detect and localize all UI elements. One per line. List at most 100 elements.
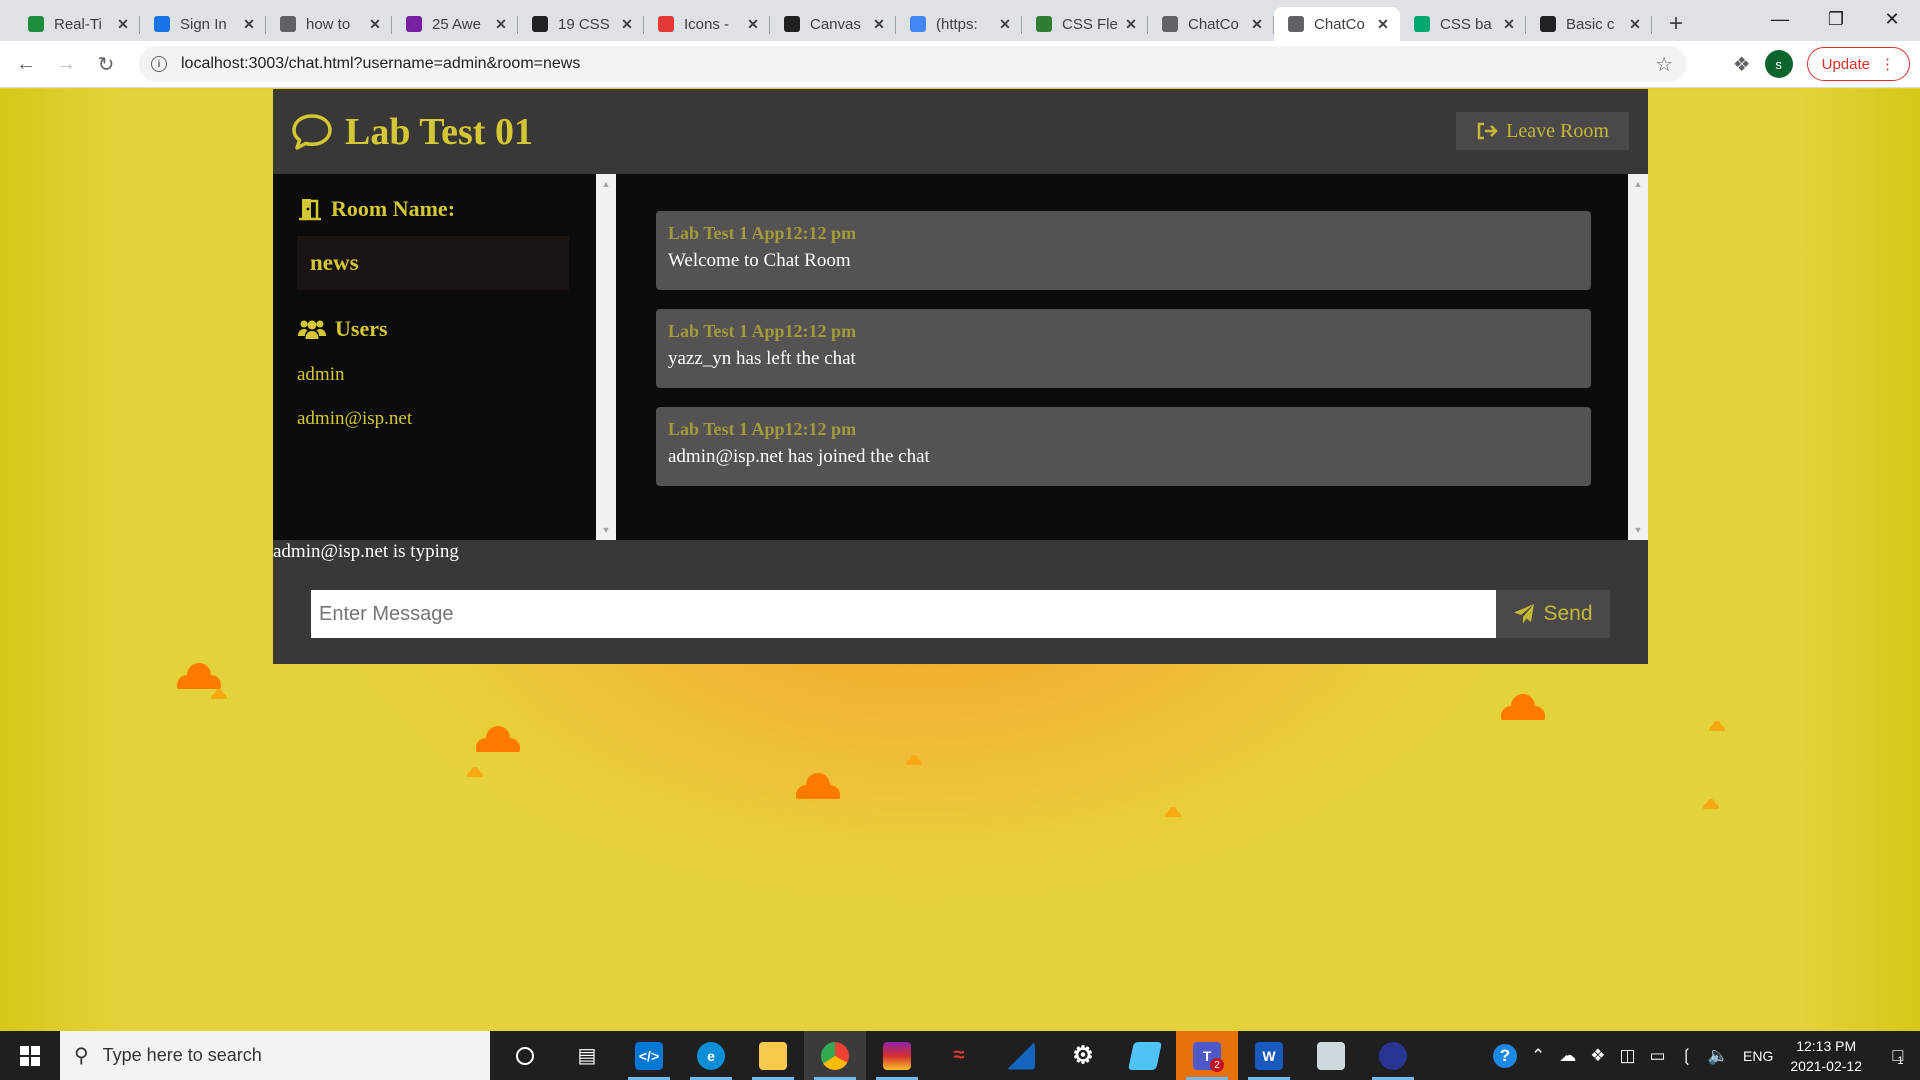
cortana-icon [516, 1046, 534, 1065]
extensions-icon[interactable]: ❖ [1733, 52, 1751, 77]
codepen-icon [1540, 16, 1556, 32]
taskbar-wireshark[interactable] [990, 1031, 1052, 1080]
close-tab-icon[interactable]: ✕ [1374, 16, 1392, 33]
update-button[interactable]: Update ⋮ [1806, 47, 1910, 81]
site-info-icon[interactable]: i [151, 56, 167, 72]
close-tab-icon[interactable]: ✕ [366, 16, 384, 33]
leave-room-label: Leave Room [1506, 119, 1609, 142]
browser-tab[interactable]: (https: ✕ [896, 7, 1022, 41]
tab-title: (https: [936, 15, 978, 33]
messages-scrollbar[interactable]: ▲ ▼ [1628, 174, 1648, 540]
address-bar[interactable]: i localhost:3003/chat.html?username=admi… [139, 46, 1687, 82]
tab-title: Sign In [180, 15, 227, 33]
task-view-button[interactable]: ▤ [556, 1031, 618, 1080]
scroll-down-icon[interactable]: ▼ [596, 522, 616, 538]
browser-tab[interactable]: how to ✕ [266, 7, 392, 41]
sign-out-icon [1477, 122, 1498, 140]
taskbar-photos[interactable] [1300, 1031, 1362, 1080]
dropbox-icon[interactable]: ❖ [1590, 1046, 1605, 1066]
back-icon[interactable]: ← [6, 44, 46, 84]
browser-tab[interactable]: 25 Awe ✕ [392, 7, 518, 41]
taskbar-edge[interactable]: e [680, 1031, 742, 1080]
start-button[interactable] [0, 1031, 60, 1080]
update-label: Update [1821, 55, 1870, 73]
browser-tab[interactable]: Basic c ✕ [1526, 7, 1652, 41]
help-icon[interactable]: ? [1492, 1043, 1517, 1068]
chevron-up-icon[interactable]: ⌃ [1531, 1046, 1545, 1066]
scroll-down-icon[interactable]: ▼ [1628, 522, 1648, 538]
message-bubble: Lab Test 1 App12:12 pm admin@isp.net has… [656, 407, 1591, 486]
scroll-up-icon[interactable]: ▲ [596, 176, 616, 192]
minimize-icon[interactable]: — [1752, 0, 1808, 38]
taskbar-notepad[interactable] [1114, 1031, 1176, 1080]
tab-title: ChatCo [1314, 15, 1365, 33]
message-bubble: Lab Test 1 App12:12 pm yazz_yn has left … [656, 309, 1591, 388]
sidebar-scrollbar[interactable]: ▲ ▼ [596, 174, 616, 540]
close-tab-icon[interactable]: ✕ [1122, 16, 1140, 33]
close-tab-icon[interactable]: ✕ [240, 16, 258, 33]
taskbar-settings[interactable]: ⚙ [1052, 1031, 1114, 1080]
browser-tab[interactable]: ChatCo ✕ [1274, 7, 1400, 41]
new-tab-button[interactable]: + [1658, 7, 1694, 41]
browser-tab[interactable]: Canvas ✕ [770, 7, 896, 41]
taskbar-network-app[interactable]: ≈ [928, 1031, 990, 1080]
room-name-value: news [297, 236, 569, 290]
bookmark-star-icon[interactable]: ☆ [1655, 52, 1673, 77]
cloud-decoration [476, 726, 520, 752]
close-tab-icon[interactable]: ✕ [1626, 16, 1644, 33]
browser-tab[interactable]: Icons - ✕ [644, 7, 770, 41]
taskbar-chrome[interactable] [804, 1031, 866, 1080]
message-input[interactable] [311, 590, 1496, 638]
profile-avatar[interactable]: s [1764, 50, 1793, 78]
onedrive-icon[interactable]: ☁ [1559, 1046, 1576, 1066]
close-tab-icon[interactable]: ✕ [996, 16, 1014, 33]
taskbar-obs[interactable] [1362, 1031, 1424, 1080]
taskbar-vscode[interactable]: </> [618, 1031, 680, 1080]
close-tab-icon[interactable]: ✕ [1500, 16, 1518, 33]
close-tab-icon[interactable]: ✕ [744, 16, 762, 33]
folder-icon [759, 1041, 787, 1070]
forward-icon[interactable]: → [46, 44, 86, 84]
tab-title: how to [306, 15, 351, 33]
wifi-icon: ≈ [953, 1044, 965, 1066]
browser-tab[interactable]: Sign In ✕ [140, 7, 266, 41]
close-tab-icon[interactable]: ✕ [870, 16, 888, 33]
search-placeholder: Type here to search [102, 1045, 262, 1065]
message-meta: Lab Test 1 App12:12 pm [668, 419, 857, 439]
taskbar-file-explorer[interactable] [742, 1031, 804, 1080]
leave-room-button[interactable]: Leave Room [1456, 112, 1629, 150]
language-indicator[interactable]: ENG [1743, 1048, 1773, 1064]
close-tab-icon[interactable]: ✕ [1248, 16, 1266, 33]
user-list-item: admin@isp.net [297, 408, 413, 429]
display-icon[interactable]: ◫ [1619, 1046, 1635, 1066]
volume-icon[interactable]: 🔈 [1708, 1046, 1729, 1066]
notification-center-button[interactable]: □ 1 [1876, 1031, 1920, 1080]
close-tab-icon[interactable]: ✕ [618, 16, 636, 33]
page-title: Lab Test 01 [345, 110, 533, 153]
restore-icon[interactable]: ❐ [1808, 0, 1864, 38]
scroll-up-icon[interactable]: ▲ [1628, 176, 1648, 192]
close-tab-icon[interactable]: ✕ [492, 16, 510, 33]
close-window-icon[interactable]: ✕ [1864, 0, 1920, 38]
browser-tab[interactable]: CSS ba ✕ [1400, 7, 1526, 41]
taskbar-search[interactable]: ⚲ Type here to search [60, 1031, 490, 1080]
taskbar-winrar[interactable] [866, 1031, 928, 1080]
word-icon: W [1255, 1041, 1283, 1070]
taskbar-word[interactable]: W [1238, 1031, 1300, 1080]
battery-icon[interactable]: ▭ [1650, 1046, 1666, 1066]
users-icon [298, 320, 326, 339]
reload-icon[interactable]: ↻ [86, 44, 126, 84]
taskbar-clock[interactable]: 12:13 PM 2021-02-12 [1790, 1036, 1862, 1076]
browser-tab[interactable]: ChatCo ✕ [1148, 7, 1274, 41]
system-tray: ? ⌃ ☁ ❖ ◫ ▭ ❲ 🔈 ENG 12:13 PM 2021-02-12 … [1486, 1031, 1920, 1080]
taskbar-teams[interactable]: T2 [1176, 1031, 1238, 1080]
browser-tab[interactable]: CSS Fle ✕ [1022, 7, 1148, 41]
cortana-button[interactable] [494, 1031, 556, 1080]
send-button[interactable]: Send [1496, 590, 1610, 638]
teams-badge: 2 [1210, 1058, 1224, 1072]
windows-taskbar: ⚲ Type here to search ▤ </> e ≈ ⚙ T2 W ?… [0, 1031, 1920, 1080]
close-tab-icon[interactable]: ✕ [114, 16, 132, 33]
wifi-tray-icon[interactable]: ❲ [1680, 1046, 1694, 1066]
browser-tab[interactable]: 19 CSS ✕ [518, 7, 644, 41]
browser-tab[interactable]: Real-Ti ✕ [14, 7, 140, 41]
